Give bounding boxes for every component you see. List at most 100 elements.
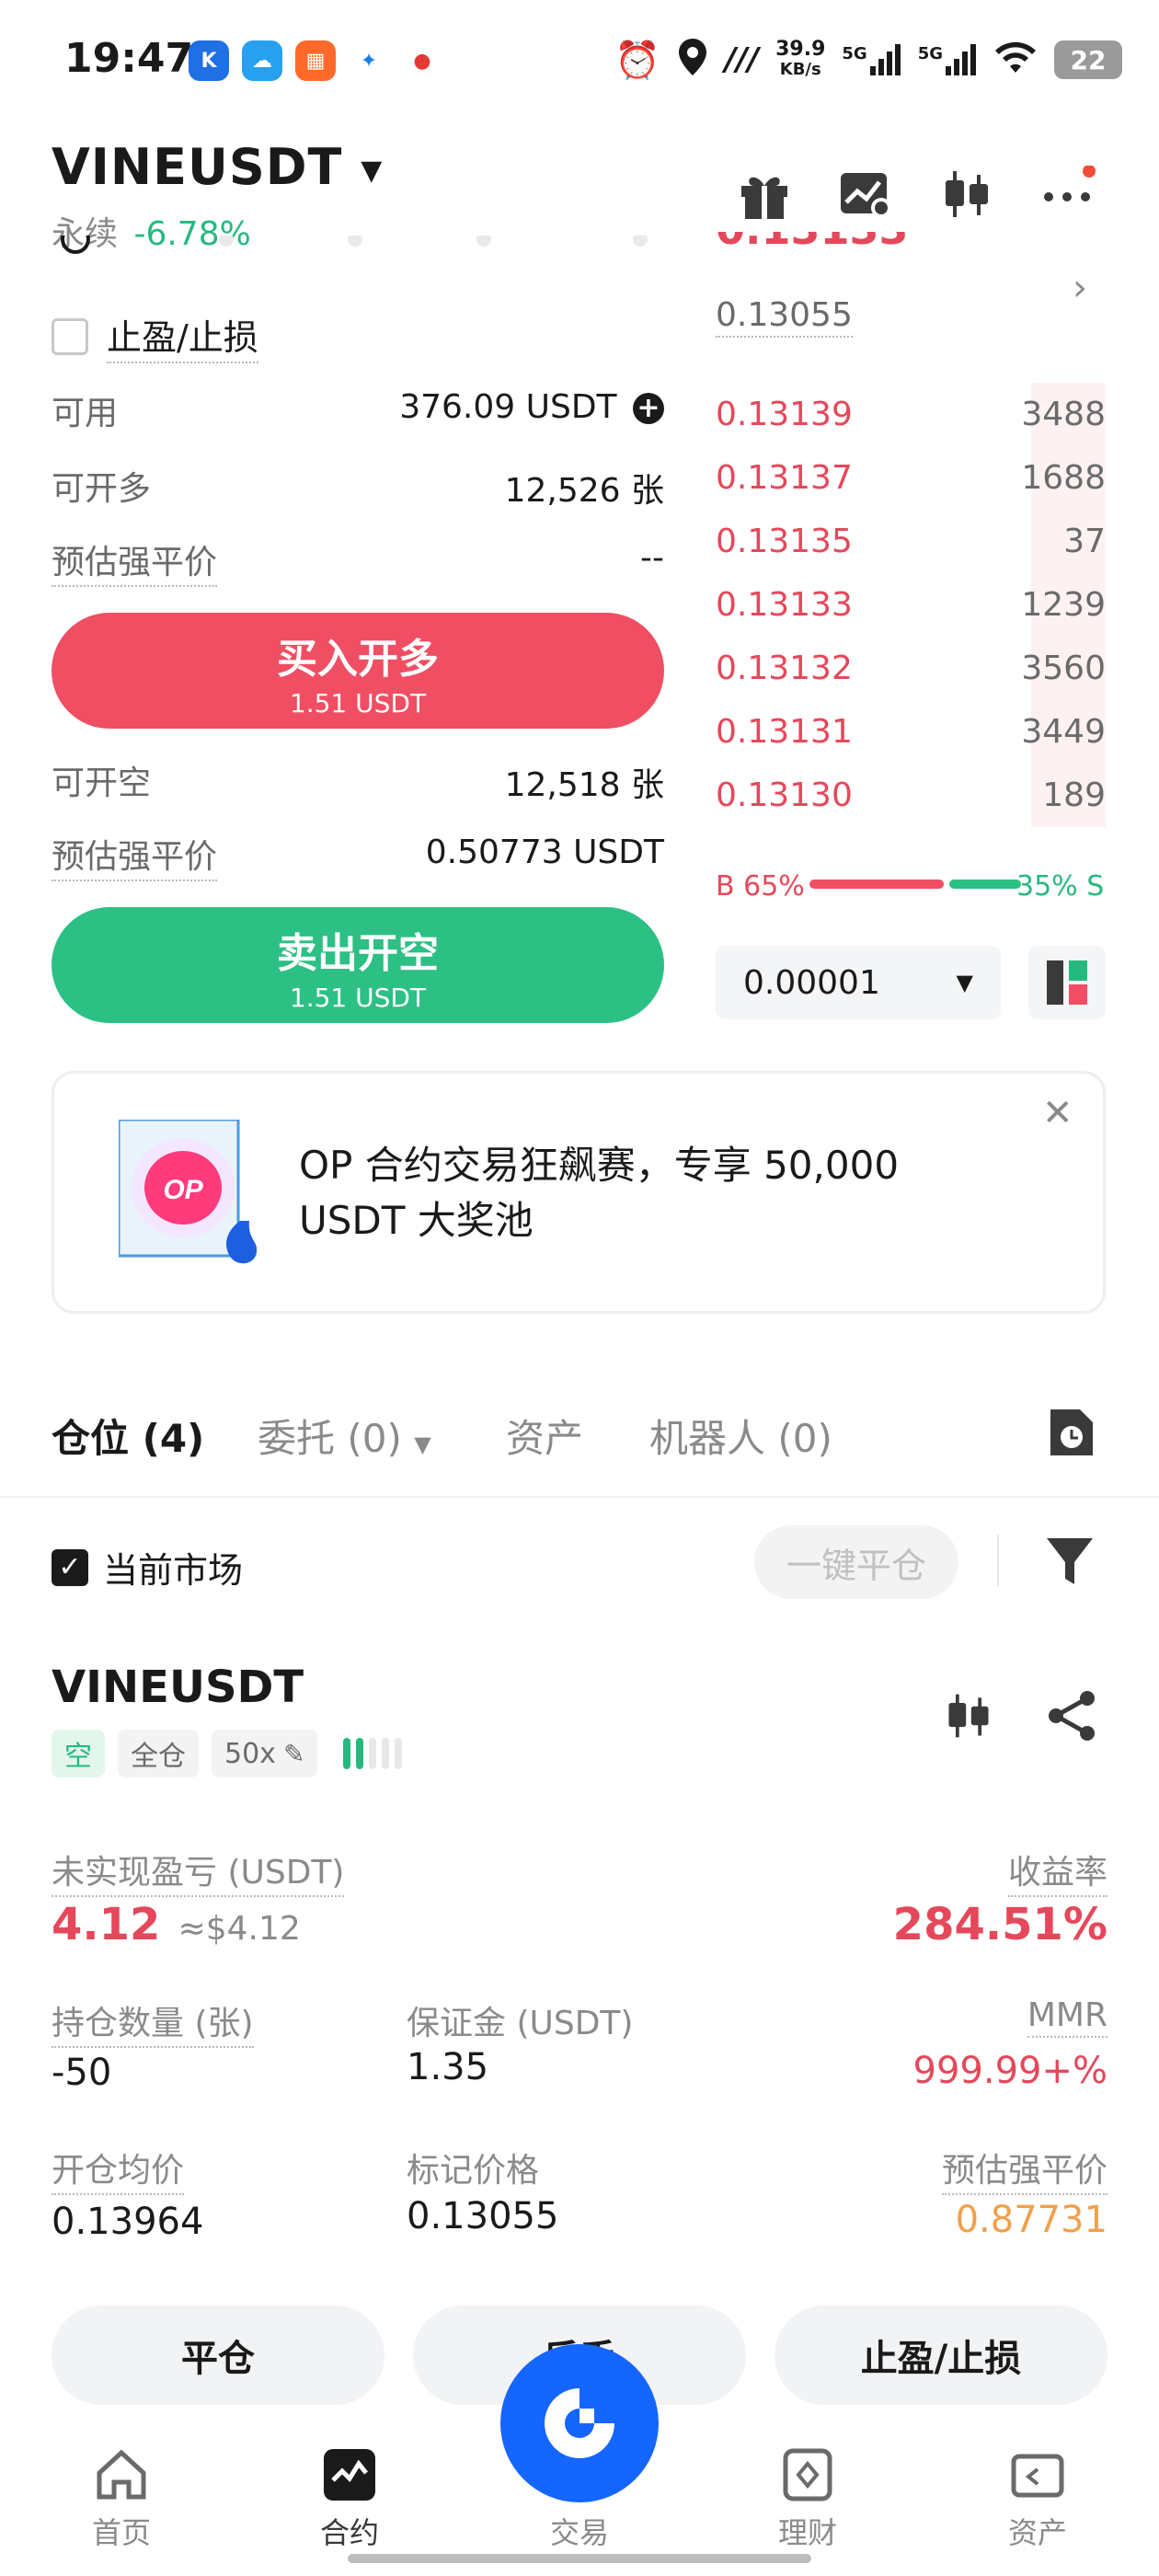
entry-price-label: 开仓均价 bbox=[52, 2144, 185, 2195]
liq-price-label-long: 预估强平价 bbox=[52, 535, 218, 587]
size-label: 持仓数量 (张) bbox=[52, 1996, 254, 2048]
leverage-badge[interactable]: 50x ✎ bbox=[212, 1730, 318, 1777]
liq-price-label-short: 预估强平价 bbox=[52, 830, 218, 881]
nfc-icon: /// bbox=[724, 41, 760, 78]
position-symbol[interactable]: VINEUSDT bbox=[52, 1662, 304, 1713]
add-funds-icon[interactable]: + bbox=[633, 393, 664, 424]
close-position-button[interactable]: 平仓 bbox=[52, 2306, 384, 2405]
buy-ratio-bar bbox=[809, 880, 944, 889]
ask-qty: 3488 bbox=[1021, 396, 1106, 433]
status-time: 19:47 bbox=[64, 35, 194, 82]
liq-price-label: 预估强平价 bbox=[941, 2144, 1107, 2195]
tab-bots[interactable]: 机器人 (0) bbox=[649, 1408, 832, 1464]
wifi-icon bbox=[993, 40, 1038, 80]
chart-alert-icon[interactable] bbox=[837, 166, 894, 223]
app-k-icon: K bbox=[189, 40, 229, 81]
nav-home[interactable]: 首页 bbox=[57, 2447, 186, 2552]
tabs-divider bbox=[0, 1496, 1159, 1498]
history-icon[interactable] bbox=[1047, 1406, 1096, 1463]
buy-long-button[interactable]: 买入开多 1.51 USDT bbox=[52, 613, 664, 729]
mmr-label: MMR bbox=[1027, 1996, 1107, 2038]
ask-row[interactable]: 0.13135 37 bbox=[716, 510, 1106, 573]
close-icon[interactable]: ✕ bbox=[1042, 1092, 1073, 1134]
ask-price: 0.13135 bbox=[716, 523, 853, 560]
nav-assets[interactable]: 资产 bbox=[973, 2447, 1102, 2552]
app-map-icon: ● bbox=[402, 40, 442, 81]
ask-row[interactable]: 0.13139 3488 bbox=[716, 383, 1106, 446]
side-badge: 空 bbox=[52, 1730, 105, 1777]
ask-price: 0.13130 bbox=[716, 776, 853, 814]
promo-banner[interactable]: OP OP 合约交易狂飙赛，专享 50,000 USDT 大奖池 ✕ bbox=[52, 1071, 1106, 1314]
tick-size-select[interactable]: 0.00001 ▼ bbox=[716, 946, 1001, 1019]
ask-price: 0.13137 bbox=[716, 459, 853, 497]
current-market-checkbox-row[interactable]: ✓ 当前市场 bbox=[52, 1542, 243, 1593]
sell-ratio: 35% S bbox=[1016, 870, 1105, 903]
ask-price: 0.13139 bbox=[716, 396, 853, 433]
available-label: 可用 bbox=[52, 395, 119, 432]
nav-futures[interactable]: 合约 bbox=[285, 2447, 414, 2552]
candlestick-icon[interactable] bbox=[938, 166, 995, 223]
close-all-button[interactable]: 一键平仓 bbox=[754, 1525, 958, 1599]
ask-row[interactable]: 0.13133 1239 bbox=[716, 573, 1106, 637]
position-tags: 空 全仓 50x ✎ bbox=[52, 1730, 403, 1777]
mark-price-value: 0.13055 bbox=[407, 2195, 559, 2237]
entry-price-value: 0.13964 bbox=[52, 2201, 204, 2243]
alarm-icon: ⏰ bbox=[614, 39, 660, 82]
can-short-value: 12,518 张 bbox=[504, 766, 664, 804]
ask-qty: 3560 bbox=[1021, 650, 1106, 687]
nav-trade[interactable]: 交易 bbox=[515, 2447, 644, 2552]
filter-divider bbox=[997, 1535, 999, 1586]
ask-qty: 1239 bbox=[1021, 586, 1106, 624]
net-speed: 39.9 KB/s bbox=[775, 38, 826, 80]
ask-qty: 3449 bbox=[1021, 713, 1106, 751]
gift-icon[interactable] bbox=[736, 166, 793, 223]
app-grid-icon: ▦ bbox=[295, 40, 336, 81]
futures-icon bbox=[324, 2449, 375, 2501]
share-icon[interactable] bbox=[1045, 1689, 1098, 1746]
mark-price-label: 标记价格 bbox=[407, 2152, 540, 2190]
tab-assets[interactable]: 资产 bbox=[506, 1408, 583, 1464]
sell-short-button[interactable]: 卖出开空 1.51 USDT bbox=[52, 907, 664, 1023]
upnl-value: 4.12 bbox=[52, 1899, 161, 1950]
check-icon[interactable]: ✓ bbox=[52, 1548, 88, 1586]
filter-icon[interactable] bbox=[1045, 1535, 1095, 1592]
available-value: 376.09 USDT + bbox=[296, 388, 664, 426]
signal-icon-1: 5G bbox=[842, 44, 901, 75]
chevron-right-icon[interactable]: › bbox=[1073, 267, 1087, 309]
tpsl-label: 止盈/止损 bbox=[107, 309, 258, 363]
leverage-slider-partial[interactable] bbox=[52, 236, 664, 258]
tab-positions[interactable]: 仓位 (4) bbox=[52, 1408, 204, 1464]
ask-row[interactable]: 0.13130 189 bbox=[716, 764, 1106, 827]
sell-ratio-bar bbox=[948, 880, 1021, 889]
app-telecom-icon: ✦ bbox=[349, 40, 389, 81]
ask-row[interactable]: 0.13137 1688 bbox=[716, 446, 1106, 510]
promo-text: OP 合约交易狂飙赛，专享 50,000 USDT 大奖池 bbox=[299, 1143, 900, 1243]
upnl-usd: ≈$4.12 bbox=[178, 1910, 301, 1948]
more-icon[interactable] bbox=[1041, 165, 1098, 223]
ask-qty: 1688 bbox=[1021, 459, 1106, 497]
ask-row[interactable]: 0.13132 3560 bbox=[716, 637, 1106, 700]
edit-icon: ✎ bbox=[282, 1738, 305, 1769]
chevron-down-icon: ▼ bbox=[956, 970, 973, 995]
wallet-icon bbox=[1011, 2454, 1064, 2498]
ask-row[interactable]: 0.13131 3449 bbox=[716, 700, 1106, 764]
mark-price[interactable]: 0.13055 bbox=[716, 296, 853, 338]
book-layout-icon[interactable] bbox=[1028, 946, 1106, 1019]
tpsl-checkbox[interactable] bbox=[52, 317, 88, 355]
margin-mode-badge: 全仓 bbox=[118, 1730, 199, 1777]
nav-earn[interactable]: 理财 bbox=[743, 2447, 872, 2552]
tpsl-button[interactable]: 止盈/止损 bbox=[775, 2306, 1107, 2405]
size-value: -50 bbox=[52, 2052, 112, 2094]
ratio-bar bbox=[809, 880, 1021, 889]
ask-price: 0.13132 bbox=[716, 650, 853, 687]
pair-selector[interactable]: VINEUSDT ▼ bbox=[52, 138, 383, 196]
chart-icon[interactable] bbox=[942, 1689, 995, 1746]
roe-value: 284.51% bbox=[892, 1899, 1107, 1950]
chevron-down-icon: ▼ bbox=[414, 1432, 431, 1457]
can-long-value: 12,526 张 bbox=[504, 472, 664, 510]
status-app-icons: K ☁ ▦ ✦ ● bbox=[189, 40, 442, 81]
home-icon bbox=[97, 2449, 146, 2500]
tab-orders[interactable]: 委托 (0) ▼ bbox=[258, 1408, 431, 1464]
tpsl-checkbox-row[interactable]: 止盈/止损 bbox=[52, 309, 258, 363]
ask-price: 0.13133 bbox=[716, 586, 853, 624]
